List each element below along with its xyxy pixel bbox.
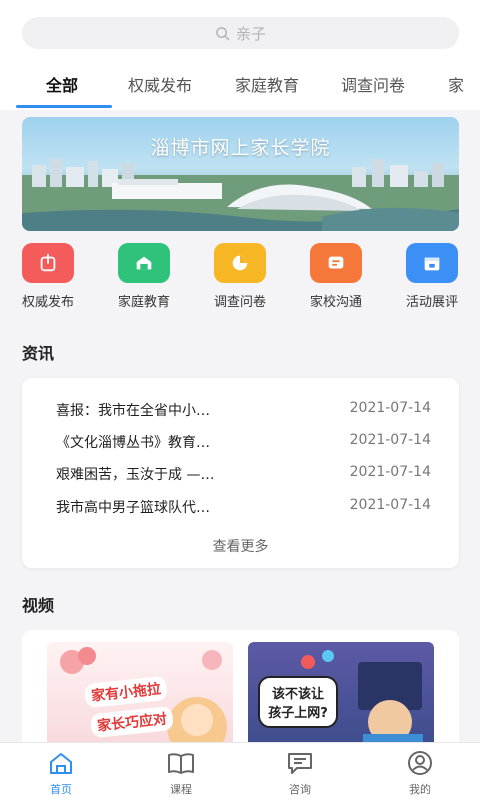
user-icon	[408, 751, 432, 775]
video-caption: 该不该让孩子上网?	[258, 676, 338, 728]
news-item[interactable]: 艰难困苦，玉汝于成 —… 2021-07-14	[56, 464, 431, 486]
tab-family-education[interactable]: 家庭教育	[235, 72, 299, 110]
search-icon	[216, 26, 230, 40]
quick-link-label: 调查问卷	[213, 295, 266, 310]
bottom-nav: 首页 课程 咨询 我的	[0, 742, 480, 800]
banner-title: 淄博市网上家长学院	[150, 137, 331, 159]
news-item[interactable]: 喜报：我市在全省中小… 2021-07-14	[56, 400, 431, 422]
view-more-link[interactable]: 查看更多	[22, 536, 459, 556]
video-card: 家有小拖拉 家长巧应对 该不该让孩子上网?	[22, 630, 459, 760]
home-icon	[50, 753, 72, 774]
news-title: 我市高中男子篮球队代…	[56, 500, 210, 516]
quick-link-activity[interactable]: 活动展评	[392, 240, 472, 310]
news-card: 喜报：我市在全省中小… 2021-07-14 《文化淄博丛书》教育… 2021-…	[22, 378, 459, 568]
message-icon	[310, 243, 362, 283]
quick-link-label: 活动展评	[405, 295, 458, 310]
nav-consult[interactable]: 咨询	[250, 749, 350, 797]
quick-link-label: 权威发布	[21, 295, 74, 310]
news-item[interactable]: 我市高中男子篮球队代… 2021-07-14	[56, 497, 431, 519]
news-date: 2021-07-14	[349, 464, 431, 480]
chat-icon	[288, 753, 312, 774]
top-area: 亲子 全部 权威发布 家庭教育 调查问卷 家	[0, 0, 480, 110]
quick-link-authority-release[interactable]: 权威发布	[8, 240, 88, 310]
nav-label: 咨询	[289, 783, 311, 796]
video-section-title: 视频	[22, 596, 55, 615]
tab-survey[interactable]: 调查问卷	[341, 72, 405, 110]
calendar-icon	[406, 243, 458, 283]
pie-chart-icon	[214, 243, 266, 283]
quick-links: 权威发布 家庭教育 调查问卷 家校沟通 活动展评	[0, 240, 480, 315]
nav-label: 我的	[409, 783, 431, 796]
book-icon	[168, 753, 194, 774]
search-placeholder: 亲子	[235, 24, 266, 43]
tab-authority-release[interactable]: 权威发布	[128, 72, 192, 110]
news-date: 2021-07-14	[349, 432, 431, 448]
news-title: 艰难困苦，玉汝于成 —…	[56, 467, 215, 483]
megaphone-icon	[22, 243, 74, 283]
quick-link-label: 家校沟通	[309, 295, 362, 310]
quick-link-home-school[interactable]: 家校沟通	[296, 240, 376, 310]
nav-label: 首页	[50, 783, 72, 796]
video-thumbnail[interactable]: 家有小拖拉 家长巧应对	[47, 642, 233, 752]
tab-partial[interactable]: 家	[448, 72, 464, 110]
quick-link-survey[interactable]: 调查问卷	[200, 240, 280, 310]
tab-underline	[16, 105, 112, 108]
news-date: 2021-07-14	[349, 497, 431, 513]
video-thumbnail[interactable]: 该不该让孩子上网?	[248, 642, 434, 752]
news-title: 喜报：我市在全省中小…	[56, 403, 210, 419]
news-section-title: 资讯	[22, 344, 55, 363]
nav-home[interactable]: 首页	[11, 749, 111, 797]
news-item[interactable]: 《文化淄博丛书》教育… 2021-07-14	[56, 432, 431, 454]
quick-link-label: 家庭教育	[117, 295, 170, 310]
news-title: 《文化淄博丛书》教育…	[56, 435, 210, 451]
banner[interactable]: 淄博市网上家长学院	[22, 117, 459, 231]
nav-label: 课程	[170, 783, 192, 796]
quick-link-family-education[interactable]: 家庭教育	[104, 240, 184, 310]
nav-mine[interactable]: 我的	[370, 749, 470, 797]
home-icon	[118, 243, 170, 283]
category-tabs: 全部 权威发布 家庭教育 调查问卷 家	[0, 72, 480, 110]
news-date: 2021-07-14	[349, 400, 431, 416]
search-input[interactable]: 亲子	[22, 17, 459, 49]
nav-course[interactable]: 课程	[131, 749, 231, 797]
